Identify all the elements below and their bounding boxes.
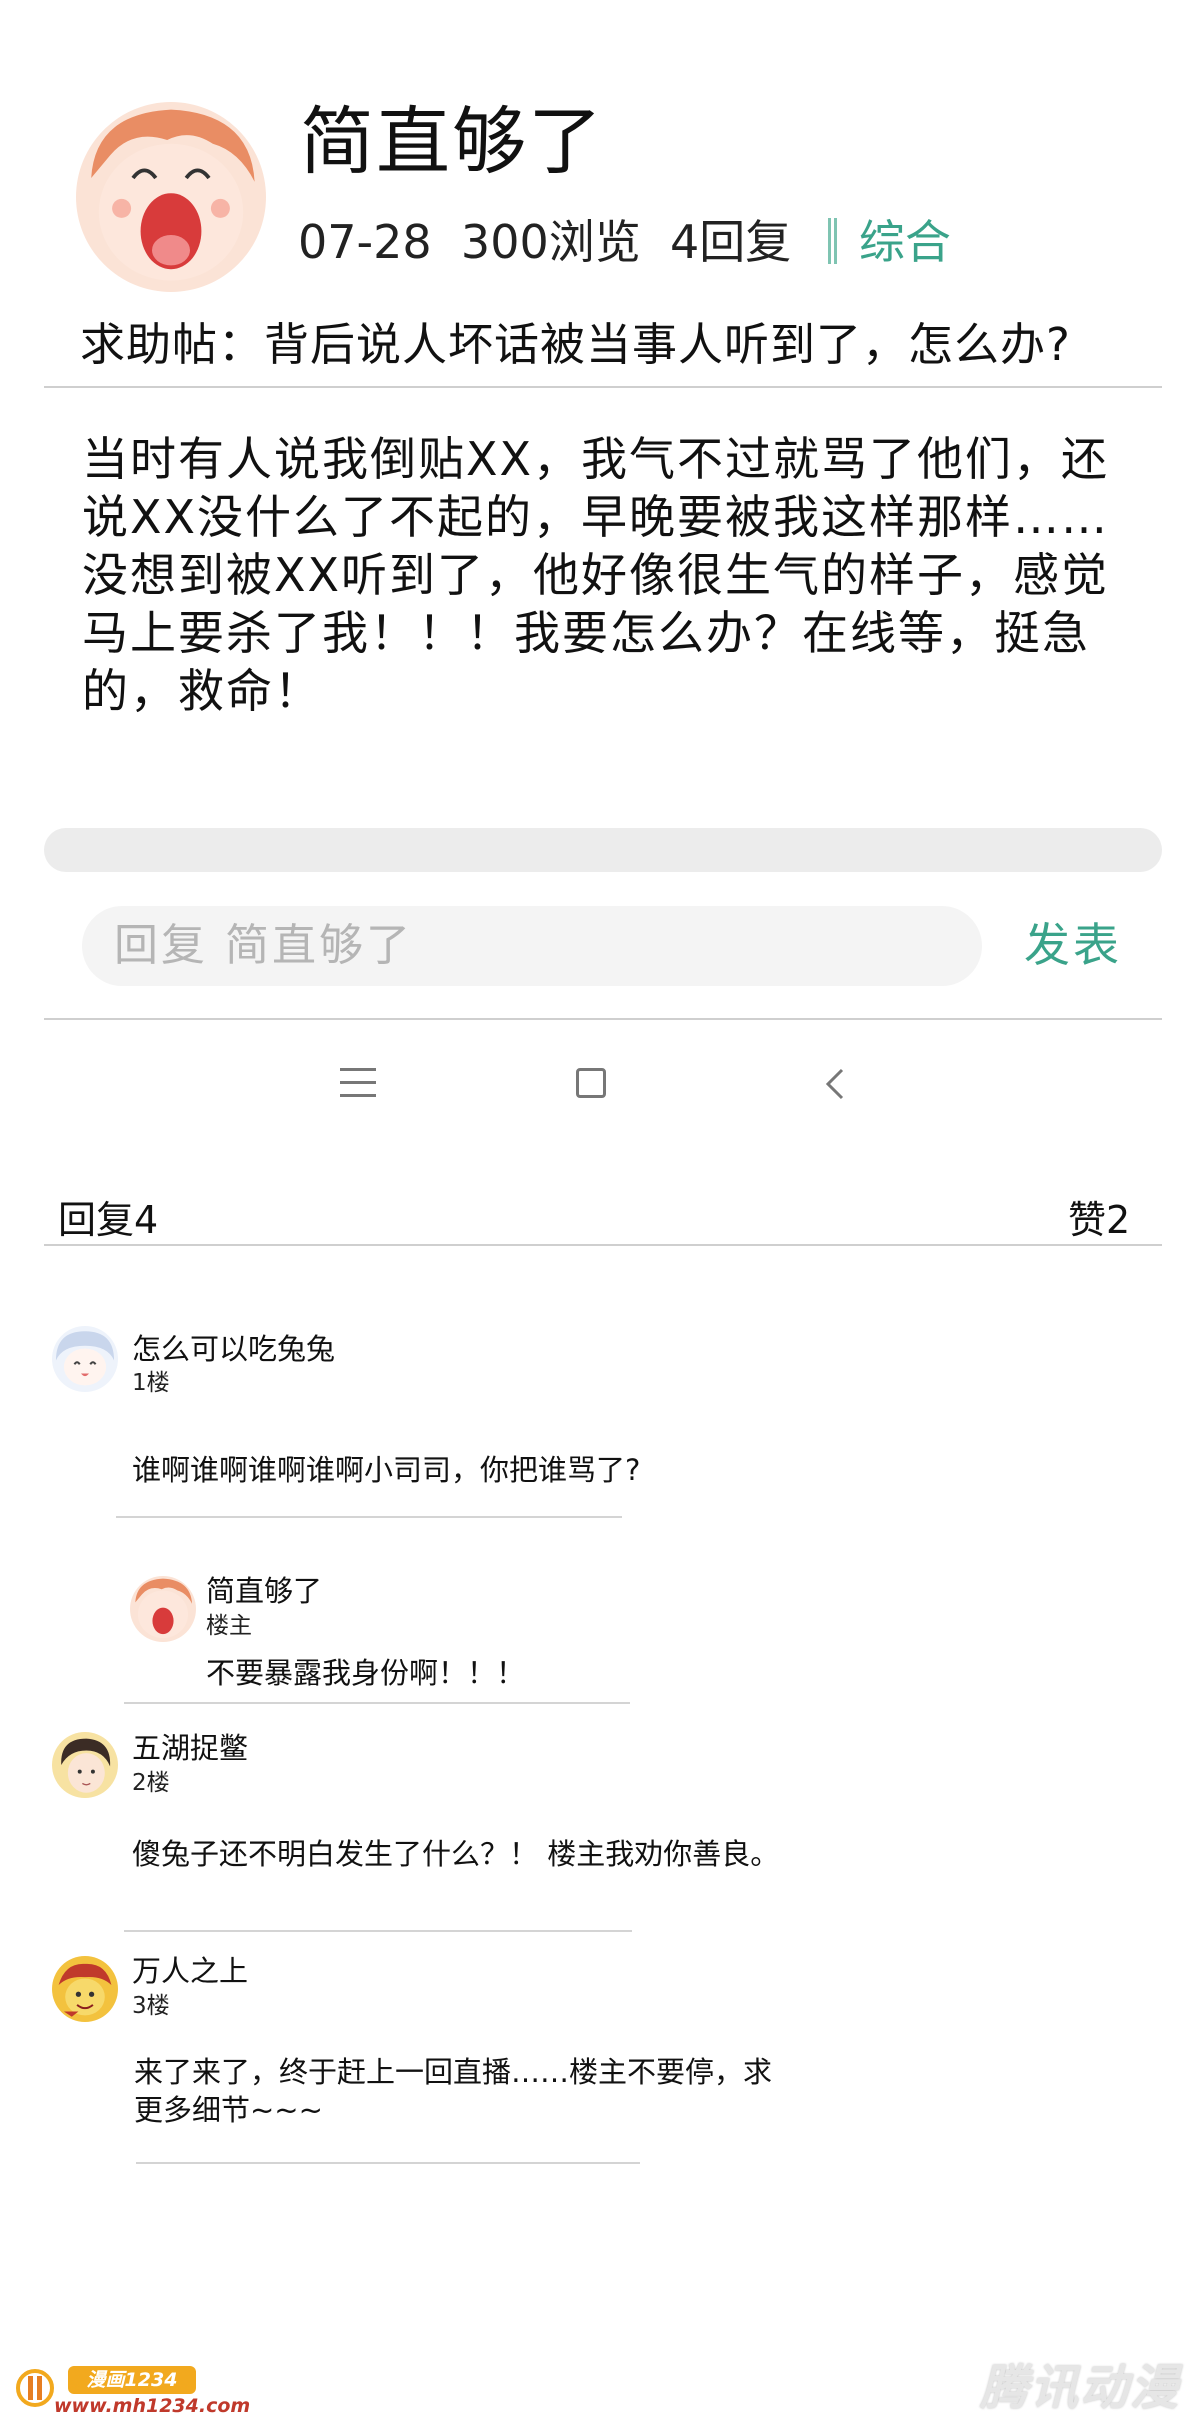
send-button[interactable]: 发表 xyxy=(1024,916,1122,974)
comment-text: 不要暴露我身份啊！！！ xyxy=(206,1656,526,1690)
comment-floor: 楼主 xyxy=(206,1613,252,1639)
post-subject: 求助帖：背后说人坏话被当事人听到了，怎么办? xyxy=(80,318,1071,371)
comment-text: 傻兔子还不明白发生了什么？！ 楼主我劝你善良。 xyxy=(132,1837,780,1871)
watermark-badge: 漫画1234 xyxy=(68,2366,196,2394)
likes-count-label[interactable]: 赞2 xyxy=(1068,1197,1130,1243)
post-category[interactable]: 综合 xyxy=(859,215,951,269)
comment-divider xyxy=(124,1930,632,1932)
category-separator xyxy=(827,218,837,264)
post-date: 07-28 xyxy=(298,215,432,269)
comment-floor: 3楼 xyxy=(132,1993,170,2019)
commenter-avatar[interactable] xyxy=(52,1956,118,2022)
post-body: 当时有人说我倒贴XX，我气不过就骂了他们，还说XX没什么了不起的，早晚要被我这样… xyxy=(82,432,1110,718)
replies-count-label: 回复4 xyxy=(58,1198,159,1242)
comment-author[interactable]: 五湖捉鳖 xyxy=(132,1730,248,1766)
comment-text-continued: 更多细节~~~ xyxy=(134,2093,323,2127)
commenter-avatar[interactable] xyxy=(130,1576,196,1642)
post-reply-count: 4回复 xyxy=(669,215,792,269)
commenter-avatar[interactable] xyxy=(52,1732,118,1798)
reply-bar-divider xyxy=(44,1018,1162,1020)
comment-text: 来了来了，终于赶上一回直播……楼主不要停，求 xyxy=(134,2055,773,2089)
comment-floor: 2楼 xyxy=(132,1770,170,1796)
watermark-url: www.mh1234.com xyxy=(54,2395,251,2417)
comment-author[interactable]: 怎么可以吃兔兔 xyxy=(132,1331,335,1367)
watermark-tencent: 腾讯动漫 xyxy=(980,2360,1181,2416)
comment-author[interactable]: 万人之上 xyxy=(132,1953,248,1989)
comment-divider xyxy=(136,2162,640,2164)
post-views: 300浏览 xyxy=(460,215,641,269)
reply-placeholder: 回复 简直够了 xyxy=(114,920,413,971)
comment-divider xyxy=(124,1702,630,1704)
commenter-avatar[interactable] xyxy=(52,1326,118,1392)
watermark-mh1234: 漫画1234 www.mh1234.com xyxy=(8,2362,250,2418)
subject-divider xyxy=(44,386,1162,388)
comment-author[interactable]: 简直够了 xyxy=(206,1573,322,1609)
post-author-name[interactable]: 简直够了 xyxy=(300,105,604,179)
replies-header-divider xyxy=(44,1244,1162,1246)
back-icon[interactable] xyxy=(820,1066,854,1102)
comment-divider xyxy=(116,1516,622,1518)
post-meta: 07-28 300浏览 4回复 综合 xyxy=(298,218,951,265)
menu-icon[interactable] xyxy=(340,1068,376,1098)
mh1234-logo-icon xyxy=(16,2369,54,2407)
author-avatar[interactable] xyxy=(76,102,266,292)
home-icon[interactable] xyxy=(576,1068,606,1098)
comment-text: 谁啊谁啊谁啊谁啊小司司，你把谁骂了? xyxy=(132,1453,641,1487)
separator-bar xyxy=(44,828,1162,872)
comment-floor: 1楼 xyxy=(132,1370,170,1396)
